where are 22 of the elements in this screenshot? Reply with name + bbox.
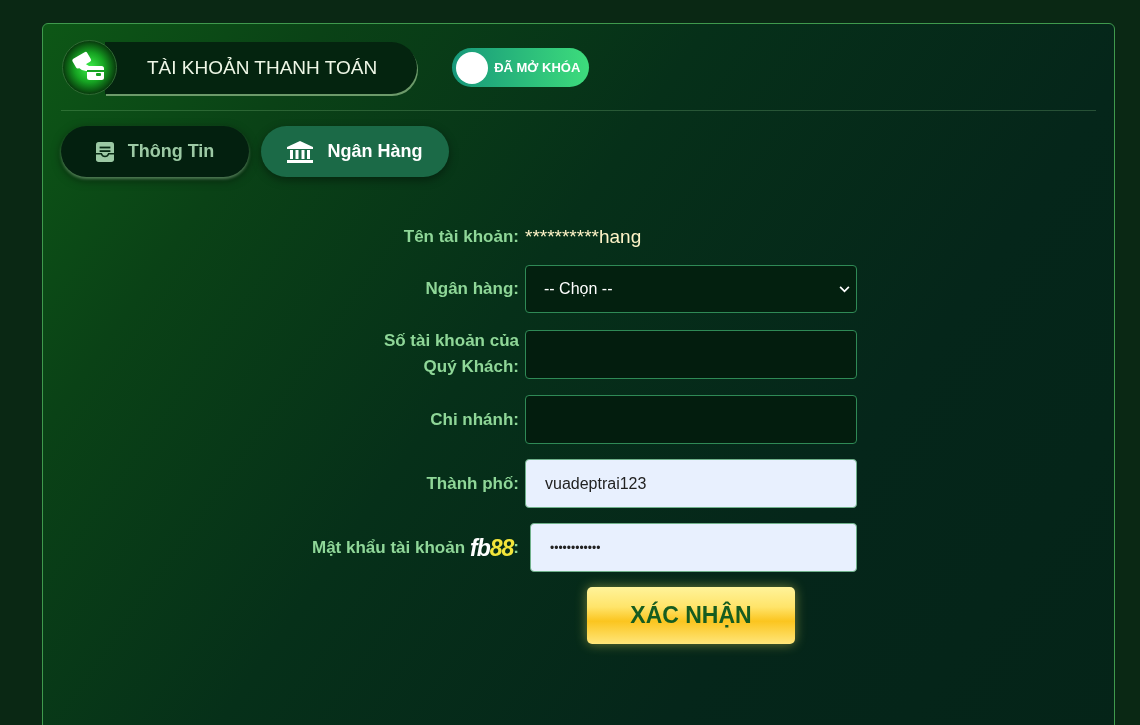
password-field[interactable]: •••••••••••• [530, 523, 857, 572]
label-colon: : [513, 536, 519, 559]
select-field[interactable]: -- Chọn -- [525, 265, 857, 313]
field-label: Chi nhánh: [430, 408, 519, 431]
field-label: Mật khẩu tài khoản [312, 536, 465, 559]
brand-logo: fb88 [470, 534, 514, 561]
panel-title: TÀI KHOẢN THANH TOÁN [147, 56, 378, 79]
input-field[interactable]: vuadeptrai123 [525, 459, 857, 508]
field-value: **********hang [525, 226, 642, 248]
field-label: Số tài khoản của Quý Khách: [382, 330, 519, 378]
input-field[interactable] [525, 329, 857, 379]
tab[interactable]: Thông Tin [61, 126, 249, 177]
field-label: Thành phố: [426, 472, 519, 495]
field-label: Tên tài khoản: [403, 226, 519, 248]
field-label: Ngân hàng: [425, 278, 519, 300]
hand-card-icon [62, 40, 117, 95]
bank-icon [287, 140, 314, 163]
confirm-button[interactable]: XÁC NHẬN [587, 587, 795, 644]
input-field[interactable] [525, 395, 857, 444]
chevron-down-icon [839, 285, 850, 293]
tray-icon [95, 141, 114, 162]
tab[interactable]: Ngân Hàng [261, 126, 449, 177]
